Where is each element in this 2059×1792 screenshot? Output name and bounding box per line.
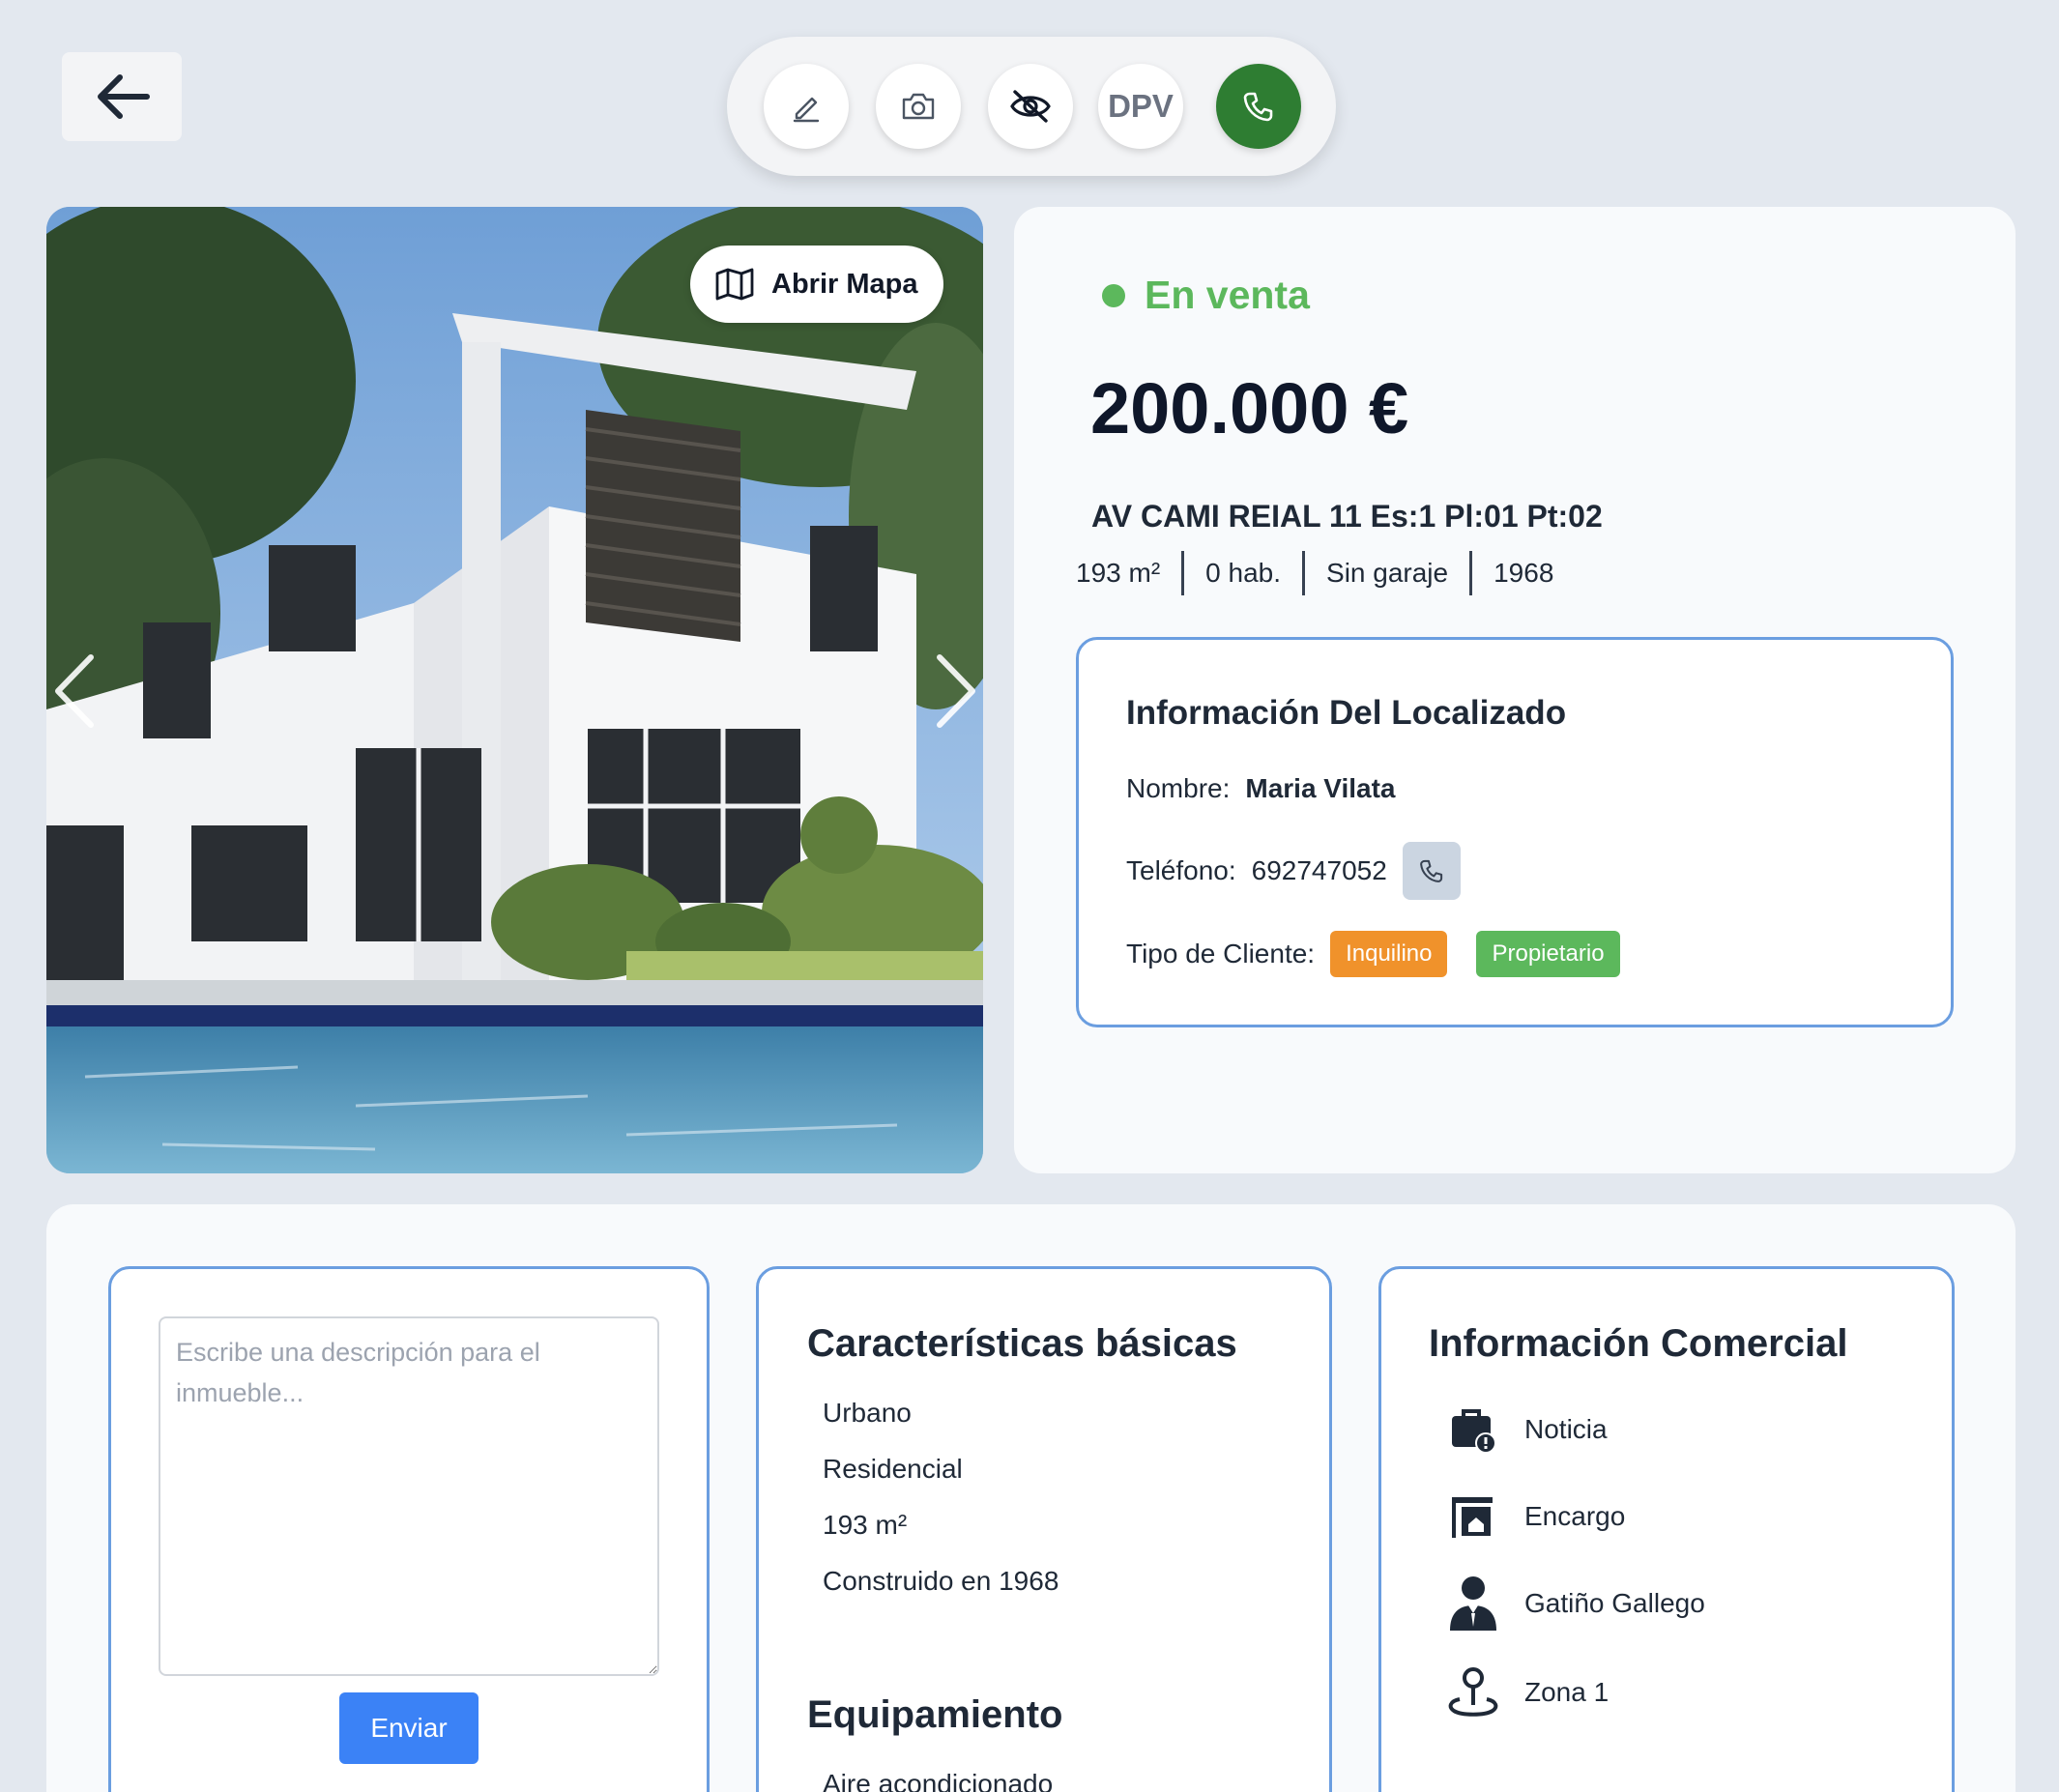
call-locator-button[interactable] xyxy=(1402,842,1461,900)
commercial-item-label: Noticia xyxy=(1524,1414,1608,1444)
commercial-item-label: Gatiño Gallego xyxy=(1524,1588,1705,1618)
description-input[interactable] xyxy=(159,1316,659,1676)
name-label: Nombre: xyxy=(1126,773,1231,803)
feature-item: Construido en 1968 xyxy=(823,1566,1059,1596)
commercial-item-zone: Zona 1 xyxy=(1445,1664,1609,1720)
status-text: En venta xyxy=(1145,273,1310,317)
feature-item: Urbano xyxy=(823,1398,912,1428)
locator-phone-row: Teléfono: 692747052 xyxy=(1126,842,1461,900)
address: AV CAMI REIAL 11 Es:1 Pl:01 Pt:02 xyxy=(1091,499,1603,534)
commercial-item-noticia: Noticia xyxy=(1445,1402,1608,1458)
briefcase-alert-icon xyxy=(1445,1402,1501,1458)
locator-name-row: Nombre: Maria Vilata xyxy=(1126,773,1396,804)
price: 200.000 € xyxy=(1090,368,1409,448)
map-icon xyxy=(715,268,754,301)
hide-button[interactable] xyxy=(988,64,1073,149)
client-type-owner-badge: Propietario xyxy=(1476,931,1620,977)
spec-rooms: 0 hab. xyxy=(1205,558,1282,588)
commercial-item-agent: Gatiño Gallego xyxy=(1445,1575,1705,1632)
property-photo xyxy=(46,207,983,1173)
store-assignment-icon xyxy=(1445,1489,1501,1545)
send-button[interactable]: Enviar xyxy=(339,1692,478,1764)
commercial-title: Información Comercial xyxy=(1429,1322,1848,1365)
spec-area: 193 m² xyxy=(1076,558,1161,588)
divider xyxy=(1302,551,1306,595)
camera-icon xyxy=(902,93,935,120)
photo-button[interactable] xyxy=(876,64,961,149)
equipment-item: Aire acondicionado xyxy=(823,1769,1054,1792)
next-photo-button[interactable] xyxy=(930,648,984,735)
agent-person-icon xyxy=(1445,1575,1501,1632)
specs-row: 193 m² 0 hab. Sin garaje 1968 xyxy=(1076,551,1553,595)
chevron-left-icon xyxy=(55,654,94,728)
dpv-button[interactable]: DPV xyxy=(1098,64,1183,149)
divider xyxy=(1181,551,1185,595)
call-button[interactable] xyxy=(1216,64,1301,149)
client-type-label: Tipo de Cliente: xyxy=(1126,939,1316,968)
open-map-button[interactable]: Abrir Mapa xyxy=(690,246,943,323)
commercial-item-label: Zona 1 xyxy=(1524,1677,1610,1707)
phone-icon xyxy=(1243,92,1273,122)
map-pin-zone-icon xyxy=(1445,1664,1501,1720)
action-toolbar: DPV xyxy=(727,37,1336,176)
spec-year: 1968 xyxy=(1494,558,1554,588)
equipment-title: Equipamiento xyxy=(807,1693,1063,1736)
spec-garage: Sin garaje xyxy=(1326,558,1449,588)
locator-title: Información Del Localizado xyxy=(1126,694,1567,732)
commercial-item-label: Encargo xyxy=(1524,1501,1626,1531)
status-badge: En venta xyxy=(1102,273,1310,318)
divider xyxy=(1469,551,1473,595)
chevron-right-icon xyxy=(937,654,975,728)
phone-value: 692747052 xyxy=(1251,855,1387,885)
phone-icon xyxy=(1419,859,1442,882)
phone-label: Teléfono: xyxy=(1126,855,1236,885)
status-dot xyxy=(1102,283,1125,307)
features-title: Características básicas xyxy=(807,1322,1237,1365)
arrow-left-icon xyxy=(98,74,150,119)
commercial-item-encargo: Encargo xyxy=(1445,1489,1625,1545)
house-image xyxy=(46,207,983,1173)
open-map-label: Abrir Mapa xyxy=(771,268,918,300)
name-value: Maria Vilata xyxy=(1245,773,1396,803)
edit-button[interactable] xyxy=(764,64,849,149)
locator-client-type-row: Tipo de Cliente: Inquilino Propietario xyxy=(1126,931,1620,977)
eye-off-icon xyxy=(1010,90,1051,123)
previous-photo-button[interactable] xyxy=(46,648,101,735)
feature-item: 193 m² xyxy=(823,1510,908,1540)
client-type-tenant-badge: Inquilino xyxy=(1330,931,1448,977)
pencil-icon xyxy=(793,97,820,123)
feature-item: Residencial xyxy=(823,1454,963,1484)
back-button[interactable] xyxy=(62,52,182,141)
